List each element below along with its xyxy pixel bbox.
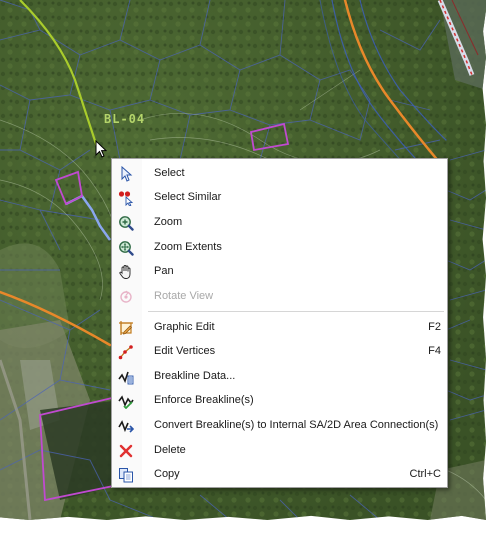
menu-item-edit-vertices[interactable]: Edit Vertices F4 [112,340,447,364]
shortcut-text: F2 [428,321,441,333]
menu-item-zoom-extents[interactable]: Zoom Extents [112,236,447,260]
select-similar-icon [118,191,134,206]
enforce-breakline-icon [118,395,134,409]
delete-x-icon [119,444,133,458]
menu-item-copy[interactable]: Copy Ctrl+C [112,463,447,487]
zoom-extents-icon [119,241,134,256]
menu-item-convert-breakline[interactable]: Convert Breakline(s) to Internal SA/2D A… [112,414,447,438]
menu-item-zoom[interactable]: Zoom [112,211,447,235]
rotate-view-icon [120,290,132,303]
zoom-icon [119,216,134,231]
menu-item-label: Pan [154,265,174,277]
menu-item-breakline-data[interactable]: Breakline Data... [112,365,447,389]
menu-item-pan[interactable]: Pan [112,260,447,284]
menu-item-label: Enforce Breakline(s) [154,394,254,406]
menu-item-enforce-breakline[interactable]: Enforce Breakline(s) [112,389,447,413]
menu-item-label: Graphic Edit [154,321,215,333]
graphic-edit-icon [119,321,133,335]
shortcut-text: Ctrl+C [409,468,441,480]
copy-icon [119,468,133,483]
map-canvas[interactable]: BL-04 Select Select Similar Zoom Zoom Ex… [0,0,486,520]
shortcut-text: F4 [428,345,441,357]
menu-item-graphic-edit[interactable]: Graphic Edit F2 [112,316,447,340]
cursor-arrow-icon [121,166,133,182]
menu-item-label: Convert Breakline(s) to Internal SA/2D A… [154,419,439,431]
convert-breakline-icon [118,420,134,433]
menu-item-delete[interactable]: Delete [112,439,447,463]
menu-item-label: Breakline Data... [154,370,236,382]
menu-separator [148,311,444,312]
menu-item-rotate-view[interactable]: Rotate View [112,285,447,309]
menu-item-select[interactable]: Select [112,162,447,186]
menu-item-label: Zoom [154,216,183,228]
breakline-label: BL-04 [104,112,146,126]
menu-item-label: Select [154,167,185,179]
context-menu: Select Select Similar Zoom Zoom Extents … [111,158,448,488]
menu-item-label: Delete [154,444,186,456]
mouse-pointer-icon [95,140,107,158]
menu-item-label: Select Similar [154,191,222,203]
menu-item-select-similar[interactable]: Select Similar [112,186,447,210]
breakline-data-icon [118,371,134,385]
hand-pan-icon [119,265,131,279]
menu-item-label: Edit Vertices [154,345,216,357]
menu-item-label: Rotate View [154,290,214,302]
menu-item-label: Zoom Extents [154,241,222,253]
edit-vertices-icon [118,345,133,360]
menu-item-label: Copy [154,468,180,480]
